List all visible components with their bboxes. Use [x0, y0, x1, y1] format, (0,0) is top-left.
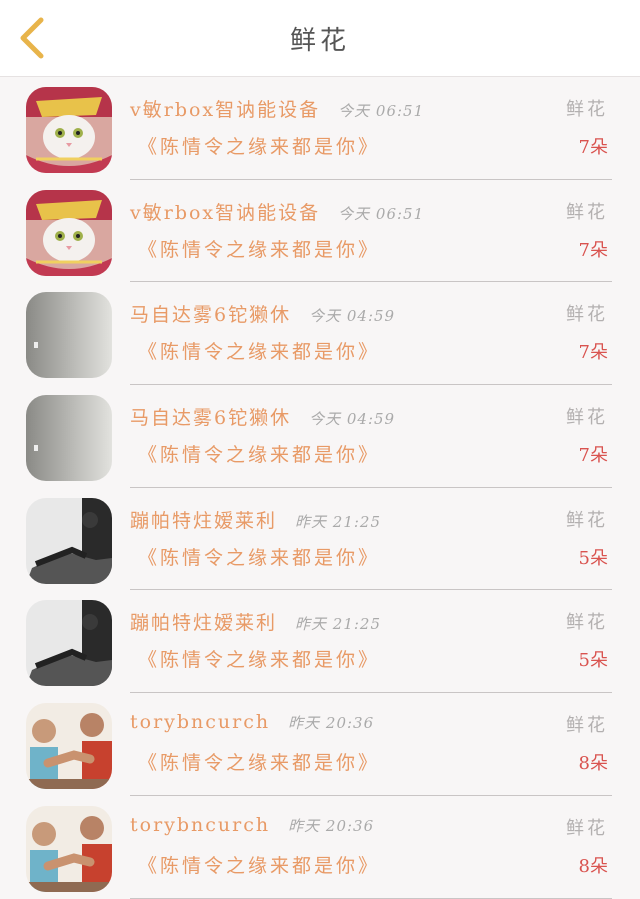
book-title[interactable]: 《陈情令之缘来都是你》 [138, 748, 380, 775]
gray-avatar-image [26, 292, 112, 379]
book-title[interactable]: 《陈情令之缘来都是你》 [138, 851, 380, 878]
timestamp: 昨天 21:25 [295, 512, 382, 531]
gift-list: v敏rbox智讷能设备 今天 06:51 鲜花 《陈情令之缘来都是你》 7朵 v敏… [0, 77, 640, 899]
list-item[interactable]: torybncurch 昨天 20:36 鲜花 《陈情令之缘来都是你》 8朵 [0, 693, 640, 796]
header-bar: 鲜花 [0, 0, 640, 77]
timestamp: 今天 06:51 [338, 204, 425, 223]
sender-name: torybncurch 昨天 20:36 [130, 814, 374, 836]
avatar[interactable] [26, 600, 112, 687]
gift-type-label: 鲜花 [566, 509, 608, 531]
timestamp: 今天 06:51 [338, 102, 425, 120]
sender-name-text: 蹦帕特炷嫒莱利 [130, 509, 278, 532]
sender-name-text: 马自达雾6铊獭休 [130, 407, 292, 430]
avatar[interactable] [26, 87, 112, 173]
sender-name: 蹦帕特炷嫒莱利 昨天 21:25 [130, 506, 381, 533]
book-title[interactable]: 《陈情令之缘来都是你》 [138, 132, 380, 159]
gift-count: 8朵 [578, 753, 608, 775]
timestamp: 今天 04:59 [309, 410, 396, 429]
sender-name-text: 马自达雾6铊獭休 [130, 304, 292, 327]
sender-name: 马自达雾6铊獭休 今天 04:59 [130, 403, 395, 430]
gift-type-label: 鲜花 [566, 407, 608, 429]
avatar[interactable] [26, 703, 112, 790]
gift-count: 7朵 [578, 239, 608, 261]
book-title[interactable]: 《陈情令之缘来都是你》 [138, 235, 380, 262]
sender-name-text: torybncurch [130, 813, 271, 836]
timestamp: 昨天 20:36 [288, 714, 375, 733]
gift-count: 7朵 [578, 445, 608, 467]
list-item[interactable]: 蹦帕特炷嫒莱利 昨天 21:25 鲜花 《陈情令之缘来都是你》 5朵 [0, 590, 640, 694]
list-item[interactable]: 马自达雾6铊獭休 今天 04:59 鲜花 《陈情令之缘来都是你》 7朵 [0, 282, 640, 386]
avatar[interactable] [26, 189, 112, 276]
list-item[interactable]: 蹦帕特炷嫒莱利 昨天 21:25 鲜花 《陈情令之缘来都是你》 5朵 [0, 488, 640, 591]
book-title[interactable]: 《陈情令之缘来都是你》 [138, 543, 380, 570]
sender-name-text: 蹦帕特炷嫒莱利 [130, 612, 278, 635]
list-item[interactable]: 马自达雾6铊獭休 今天 04:59 鲜花 《陈情令之缘来都是你》 7朵 [0, 385, 640, 488]
book-title[interactable]: 《陈情令之缘来都是你》 [138, 337, 380, 364]
armwrestle-avatar-image [26, 805, 112, 892]
gift-count: 7朵 [578, 342, 608, 364]
list-item[interactable]: torybncurch 昨天 20:36 鲜花 《陈情令之缘来都是你》 8朵 [0, 796, 640, 899]
sender-name: v敏rbox智讷能设备 今天 06:51 [130, 198, 424, 225]
sender-name-text: torybncurch [130, 711, 271, 734]
cat-avatar-image [26, 87, 112, 173]
list-item[interactable]: v敏rbox智讷能设备 今天 06:51 鲜花 《陈情令之缘来都是你》 7朵 [0, 180, 640, 283]
cat-avatar-image [26, 189, 112, 276]
gift-type-label: 鲜花 [566, 715, 608, 737]
timestamp: 昨天 20:36 [288, 816, 375, 835]
gray-avatar-image [26, 395, 112, 482]
page-title: 鲜花 [289, 25, 350, 56]
gift-type-label: 鲜花 [566, 99, 608, 120]
book-title[interactable]: 《陈情令之缘来都是你》 [138, 645, 380, 672]
sender-name: 蹦帕特炷嫒莱利 昨天 21:25 [130, 608, 381, 635]
sender-name: 马自达雾6铊獭休 今天 04:59 [130, 300, 395, 327]
armwrestle-avatar-image [26, 703, 112, 790]
sender-name: torybncurch 昨天 20:36 [130, 711, 374, 733]
gift-count: 8朵 [578, 855, 608, 877]
avatar[interactable] [26, 805, 112, 892]
gift-count: 5朵 [578, 650, 608, 672]
book-title[interactable]: 《陈情令之缘来都是你》 [138, 440, 380, 467]
gift-count: 5朵 [578, 547, 608, 569]
gift-type-label: 鲜花 [566, 304, 608, 326]
divider [130, 897, 612, 899]
gift-type-label: 鲜花 [566, 612, 608, 634]
gift-type-label: 鲜花 [566, 201, 608, 223]
list-item[interactable]: v敏rbox智讷能设备 今天 06:51 鲜花 《陈情令之缘来都是你》 7朵 [0, 77, 640, 180]
gift-count: 7朵 [578, 137, 608, 158]
sender-name-text: v敏rbox智讷能设备 [130, 201, 321, 224]
timestamp: 昨天 21:25 [295, 615, 382, 634]
timestamp: 今天 04:59 [309, 307, 396, 326]
bw-photo-avatar-image [26, 600, 112, 687]
avatar[interactable] [26, 497, 112, 584]
bw-photo-avatar-image [26, 497, 112, 584]
gift-type-label: 鲜花 [566, 817, 608, 839]
avatar[interactable] [26, 292, 112, 379]
sender-name: v敏rbox智讷能设备 今天 06:51 [130, 95, 424, 122]
sender-name-text: v敏rbox智讷能设备 [130, 99, 321, 121]
avatar[interactable] [26, 395, 112, 482]
